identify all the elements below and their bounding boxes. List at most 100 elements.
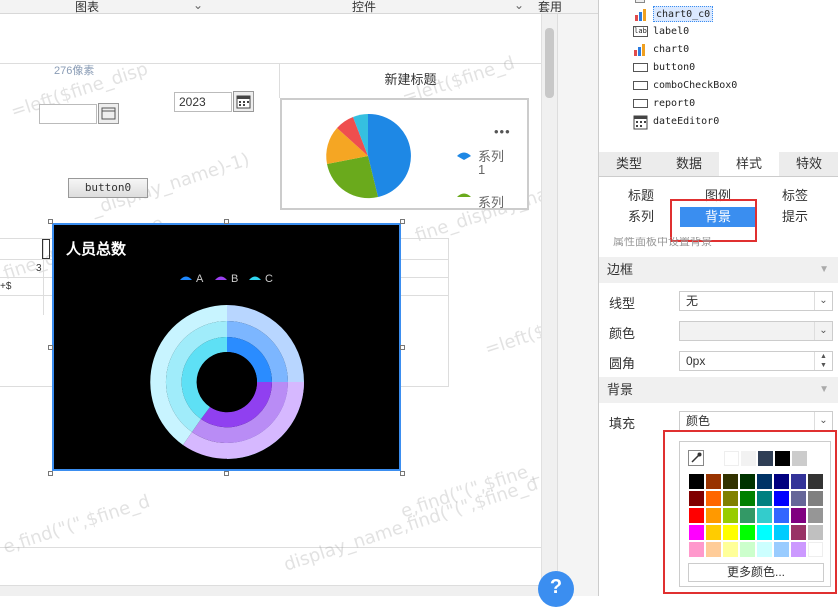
color-swatch[interactable] [706, 491, 721, 506]
color-swatch[interactable] [706, 474, 721, 489]
tree-item-label0[interactable]: lab label0 [633, 24, 689, 40]
horizontal-scrollbar[interactable] [0, 585, 541, 596]
color-swatch[interactable] [774, 525, 789, 540]
combo-checkbox-input[interactable] [39, 104, 97, 124]
color-swatch[interactable] [706, 525, 721, 540]
date-editor-input[interactable]: 2023 [174, 92, 232, 112]
color-swatch[interactable] [740, 525, 755, 540]
color-swatch[interactable] [706, 508, 721, 523]
collapse-icon[interactable]: ▼ [819, 377, 829, 403]
color-swatch[interactable] [689, 508, 704, 523]
color-swatch[interactable] [706, 542, 721, 557]
recent-color-swatch[interactable] [741, 451, 756, 466]
subtab-label[interactable]: 标签 [757, 186, 833, 206]
color-swatch[interactable] [723, 491, 738, 506]
resize-handle[interactable] [48, 345, 53, 350]
pie-chart-widget[interactable]: ••• 系列 1 系列 [280, 98, 529, 210]
tree-item-dateeditor0[interactable]: dateEditor0 [633, 114, 719, 130]
color-swatch[interactable] [757, 525, 772, 540]
color-swatch[interactable] [689, 542, 704, 557]
color-swatch[interactable] [740, 491, 755, 506]
scrollbar-thumb[interactable] [545, 28, 554, 98]
tree-item-report0[interactable]: report0 [633, 96, 695, 112]
color-swatch[interactable] [791, 474, 806, 489]
color-picker-popup[interactable]: 更多颜色... [679, 441, 831, 587]
tree-item-button0[interactable]: button0 [633, 60, 695, 76]
recent-color-swatch[interactable] [724, 451, 739, 466]
tree-item-chart0-c0[interactable]: chart0_c0 [635, 6, 714, 22]
tree-item-combocheckbox0[interactable]: comboCheckBox0 [633, 78, 737, 94]
apply-tab[interactable]: 套用 [538, 0, 562, 15]
chevron-down-icon[interactable]: ⌄ [814, 412, 832, 430]
recent-color-swatch[interactable] [758, 451, 773, 466]
color-swatch[interactable] [774, 542, 789, 557]
color-swatch[interactable] [723, 542, 738, 557]
subtab-series[interactable]: 系列 [603, 207, 679, 227]
color-swatch[interactable] [689, 491, 704, 506]
color-swatch[interactable] [723, 508, 738, 523]
color-swatch[interactable] [740, 474, 755, 489]
widget-tab[interactable]: 控件 [352, 0, 376, 15]
color-swatch[interactable] [740, 542, 755, 557]
color-swatch[interactable] [757, 474, 772, 489]
color-swatch[interactable] [791, 508, 806, 523]
eyedropper-icon[interactable] [688, 450, 704, 466]
vertical-scrollbar[interactable] [541, 14, 557, 596]
subtab-title[interactable]: 标题 [603, 186, 679, 206]
color-swatch[interactable] [791, 491, 806, 506]
resize-handle[interactable] [400, 219, 405, 224]
line-type-select[interactable]: 无 ⌄ [679, 291, 833, 311]
calendar-icon[interactable] [233, 91, 254, 112]
more-colors-button[interactable]: 更多颜色... [688, 563, 824, 582]
recent-color-swatch[interactable] [792, 451, 807, 466]
donut-chart-widget[interactable]: 人员总数 A B C [52, 223, 401, 471]
tab-effect[interactable]: 特效 [779, 152, 838, 176]
color-swatch[interactable] [757, 491, 772, 506]
help-button[interactable]: ? [538, 571, 574, 607]
border-section-header[interactable]: 边框 ▼ [599, 257, 838, 283]
background-section-header[interactable]: 背景 ▼ [599, 377, 838, 403]
color-swatch[interactable] [774, 474, 789, 489]
resize-handle[interactable] [400, 471, 405, 476]
stepper-icon[interactable]: ▲ ▼ [814, 352, 832, 370]
chart-tab-chevron-icon[interactable]: ⌄ [193, 0, 203, 12]
color-swatch[interactable] [723, 474, 738, 489]
color-swatch[interactable] [808, 508, 823, 523]
color-swatch[interactable] [808, 525, 823, 540]
resize-handle[interactable] [224, 471, 229, 476]
color-swatch[interactable] [740, 508, 755, 523]
color-swatch[interactable] [774, 491, 789, 506]
color-swatch[interactable] [774, 508, 789, 523]
fill-select[interactable]: 颜色 ⌄ [679, 411, 833, 431]
tab-data[interactable]: 数据 [659, 152, 719, 176]
more-icon[interactable]: ••• [494, 124, 511, 139]
label0-text[interactable]: 276像素 [54, 62, 94, 78]
button0[interactable]: button0 [68, 178, 148, 198]
resize-handle[interactable] [48, 471, 53, 476]
tab-type[interactable]: 类型 [599, 152, 659, 176]
resize-handle[interactable] [48, 219, 53, 224]
chart-tab[interactable]: 图表 [75, 0, 99, 15]
subtab-tooltip[interactable]: 提示 [757, 207, 833, 227]
color-swatch[interactable] [689, 474, 704, 489]
chevron-down-icon[interactable]: ⌄ [814, 322, 832, 340]
border-color-select[interactable]: ⌄ [679, 321, 833, 341]
color-swatch[interactable] [808, 491, 823, 506]
widget-tab-chevron-icon[interactable]: ⌄ [514, 0, 524, 12]
color-swatch[interactable] [757, 508, 772, 523]
tab-style[interactable]: 样式 [719, 152, 779, 176]
color-swatch[interactable] [791, 525, 806, 540]
resize-handle[interactable] [224, 219, 229, 224]
resize-handle[interactable] [400, 345, 405, 350]
color-swatch[interactable] [757, 542, 772, 557]
radius-input[interactable]: 0px ▲ ▼ [679, 351, 833, 371]
chevron-down-icon[interactable]: ⌄ [814, 292, 832, 310]
color-swatch[interactable] [791, 542, 806, 557]
design-canvas[interactable]: =left($fine_disp =left($fine_d _display_… [0, 14, 567, 596]
tree-item-chart0[interactable]: chart0 [634, 42, 689, 58]
color-swatch[interactable] [723, 525, 738, 540]
color-swatch[interactable] [808, 542, 823, 557]
color-swatch[interactable] [689, 525, 704, 540]
combo-dropdown-icon[interactable] [98, 103, 119, 124]
recent-color-swatch[interactable] [775, 451, 790, 466]
